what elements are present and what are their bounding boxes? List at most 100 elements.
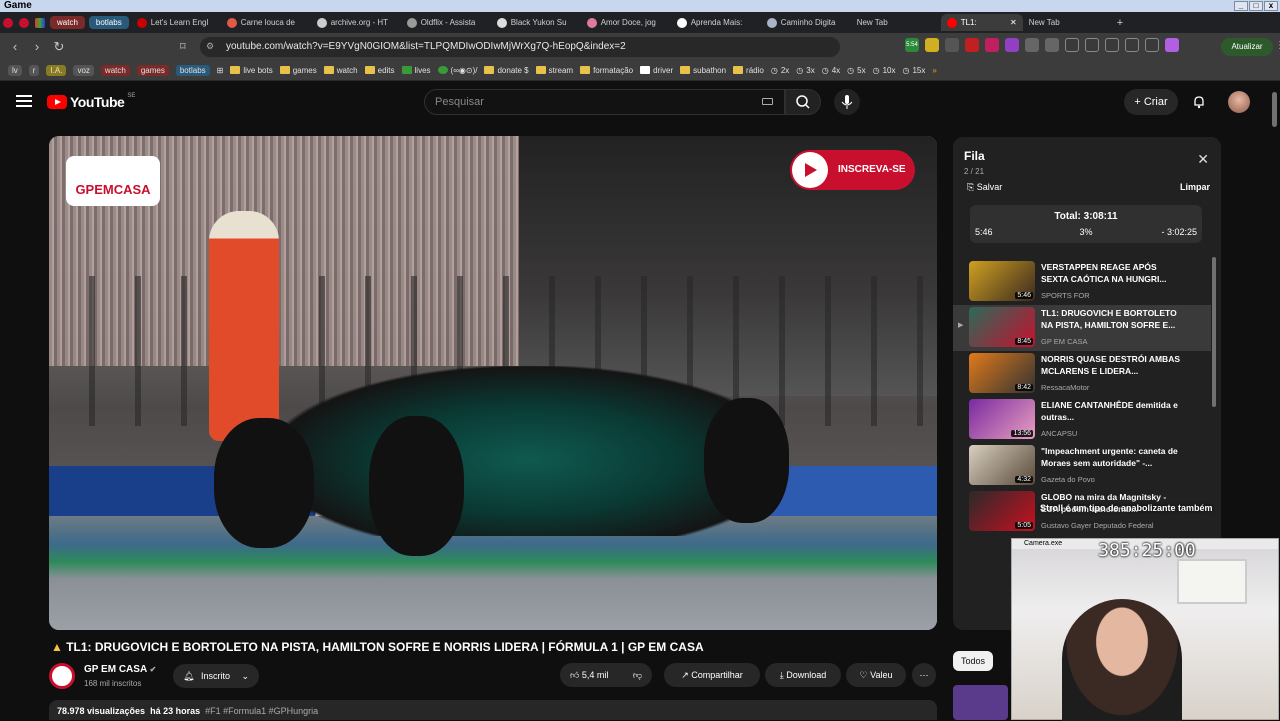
- tab-item[interactable]: Caminho Digita: [761, 14, 851, 31]
- sidepanel-icon[interactable]: [1085, 38, 1099, 52]
- more-bookmarks-icon[interactable]: »: [932, 66, 936, 75]
- new-tab-icon[interactable]: +: [1117, 17, 1123, 29]
- tab-group-watch[interactable]: watch: [50, 16, 85, 29]
- search-input[interactable]: Pesquisar: [424, 89, 785, 115]
- close-icon[interactable]: ✕: [1197, 151, 1209, 168]
- bookmark-item[interactable]: (∞◉⊙)/: [437, 66, 477, 75]
- extension-icon[interactable]: [945, 38, 959, 52]
- bookmark-item[interactable]: games: [279, 66, 317, 75]
- maximize-icon[interactable]: □: [1249, 1, 1263, 11]
- queue-item[interactable]: 8:42 NORRIS QUASE DESTRÓI AMBAS MCLARENS …: [953, 351, 1211, 397]
- filter-chip-all[interactable]: Todos: [953, 651, 993, 671]
- bookmark-chip[interactable]: voz: [73, 64, 94, 76]
- tab-item[interactable]: Carne louca de: [221, 14, 311, 31]
- extension-badge-icon[interactable]: 5:54: [905, 38, 919, 52]
- webcam-window[interactable]: Camera.exe 385:25:00: [1011, 538, 1279, 721]
- page-scroll-thumb[interactable]: [1272, 92, 1277, 127]
- download-icon[interactable]: [1105, 38, 1119, 52]
- bookmark-item[interactable]: edits: [364, 66, 395, 75]
- tab-group-botlabs[interactable]: botlabs: [88, 16, 129, 29]
- bookmark-icon[interactable]: ⌑: [180, 40, 186, 53]
- tab-item-active[interactable]: TL1: ✕: [940, 14, 1023, 31]
- channel-name[interactable]: GP EM CASA ✔: [84, 664, 156, 675]
- tab-item[interactable]: Aprenda Mais:: [671, 14, 761, 31]
- puzzle-icon[interactable]: [1025, 38, 1039, 52]
- bookmark-item[interactable]: rádio: [733, 66, 764, 75]
- menu-hamburger-icon[interactable]: [16, 95, 32, 107]
- subscribed-button[interactable]: 🔔︎ Inscrito ⌄: [173, 664, 259, 688]
- extension-icon[interactable]: [985, 38, 999, 52]
- queue-scrollbar[interactable]: [1212, 257, 1216, 407]
- extension-icon[interactable]: [1005, 38, 1019, 52]
- create-button[interactable]: + Criar: [1124, 89, 1178, 115]
- bookmark-item[interactable]: donate $: [484, 66, 529, 75]
- like-button[interactable]: 👍︎ 5,4 mil: [570, 670, 608, 680]
- bookmark-item[interactable]: driver: [640, 66, 673, 75]
- queue-item[interactable]: 13:56 ELIANE CANTANHÊDE demitida e outras…: [953, 397, 1211, 443]
- extension-icon[interactable]: [1045, 38, 1059, 52]
- minimize-icon[interactable]: _: [1234, 1, 1248, 11]
- extension-icon[interactable]: [925, 38, 939, 52]
- bookmark-item[interactable]: ◷ 4x: [822, 66, 840, 75]
- bookmark-chip[interactable]: watch: [100, 64, 130, 76]
- tab-item[interactable]: New Tab: [851, 14, 941, 31]
- tab-item[interactable]: archive.org - HT: [311, 14, 401, 31]
- close-tab-icon[interactable]: ✕: [1010, 18, 1017, 27]
- keyboard-icon[interactable]: [762, 98, 773, 105]
- shield-icon[interactable]: [1145, 38, 1159, 52]
- update-button[interactable]: Atualizar: [1221, 38, 1273, 56]
- bookmark-item[interactable]: live bots: [230, 66, 273, 75]
- video-player[interactable]: [49, 136, 937, 630]
- thanks-button[interactable]: ♡ Valeu: [846, 663, 906, 687]
- hashtags[interactable]: #F1 #Formula1 #GPHungria: [205, 706, 318, 716]
- music-icon[interactable]: [1065, 38, 1079, 52]
- back-icon[interactable]: ‹: [4, 36, 26, 58]
- bookmark-item[interactable]: watch: [323, 66, 358, 75]
- video-description-header[interactable]: 78.978 visualizações há 23 horas #F1 #Fo…: [49, 700, 937, 720]
- account-avatar[interactable]: [1228, 91, 1250, 113]
- tab-item[interactable]: Oldflix - Assista: [401, 14, 491, 31]
- tab-item[interactable]: Amor Doce, jog: [581, 14, 671, 31]
- pinned-tab-3[interactable]: [32, 14, 48, 31]
- tab-item[interactable]: New Tab: [1023, 14, 1113, 31]
- bookmark-item[interactable]: ◷ 5x: [847, 66, 865, 75]
- bookmark-item[interactable]: lives: [401, 66, 431, 75]
- tab-item[interactable]: Black Yukon Su: [491, 14, 581, 31]
- bookmark-item[interactable]: ◷ 10x: [873, 66, 896, 75]
- queue-item[interactable]: 4:32 "Impeachment urgente: caneta de Mora…: [953, 443, 1211, 489]
- bookmark-item[interactable]: formatação: [580, 66, 633, 75]
- bookmark-item[interactable]: ◷ 2x: [771, 66, 789, 75]
- bookmark-item[interactable]: ◷ 3x: [796, 66, 814, 75]
- save-queue-button[interactable]: ⎘ Salvar: [967, 182, 1002, 193]
- forward-icon[interactable]: ›: [26, 36, 48, 58]
- reload-icon[interactable]: ↻: [48, 36, 70, 58]
- channel-avatar[interactable]: [49, 663, 75, 689]
- menu-icon[interactable]: ⋮: [1275, 40, 1280, 51]
- page-scrollbar[interactable]: [1271, 85, 1278, 710]
- close-icon[interactable]: x: [1264, 1, 1278, 11]
- share-button[interactable]: ↗ Compartilhar: [664, 663, 760, 687]
- pinned-tab-1[interactable]: [0, 14, 16, 31]
- bookmark-chip[interactable]: botlabs: [175, 64, 210, 76]
- profile-icon[interactable]: [1165, 38, 1179, 52]
- bookmark-chip[interactable]: I.A.: [46, 64, 67, 76]
- bookmark-chip[interactable]: lv: [8, 64, 22, 76]
- dislike-button[interactable]: 👎︎: [633, 663, 642, 687]
- bookmark-item[interactable]: subathon: [680, 66, 726, 75]
- address-bar[interactable]: youtube.com/watch?v=E9YVgN0GIOM&list=TLP…: [200, 37, 840, 57]
- bookmark-item[interactable]: ◷ 15x: [902, 66, 925, 75]
- queue-item[interactable]: 5:46 VERSTAPPEN REAGE APÓS SEXTA CAÓTICA …: [953, 259, 1211, 305]
- queue-item[interactable]: ▶ 8:45 TL1: DRUGOVICH E BORTOLETO NA PISTA…: [953, 305, 1211, 351]
- voice-search-button[interactable]: [834, 89, 860, 115]
- youtube-logo[interactable]: YouTube SE: [47, 93, 135, 110]
- clear-queue-button[interactable]: Limpar: [1180, 182, 1210, 192]
- extension-icon[interactable]: [965, 38, 979, 52]
- download-button[interactable]: ⤓ Download: [765, 663, 841, 687]
- site-info-icon[interactable]: ⚙: [206, 41, 214, 52]
- bookmark-chip[interactable]: games: [136, 64, 169, 76]
- next-video-thumbnail[interactable]: [953, 685, 1008, 720]
- tab-item[interactable]: Let's Learn Engl: [131, 14, 221, 31]
- extensions-icon[interactable]: [1125, 38, 1139, 52]
- notifications-bell-icon[interactable]: [1192, 95, 1206, 109]
- pinned-tab-2[interactable]: [16, 14, 32, 31]
